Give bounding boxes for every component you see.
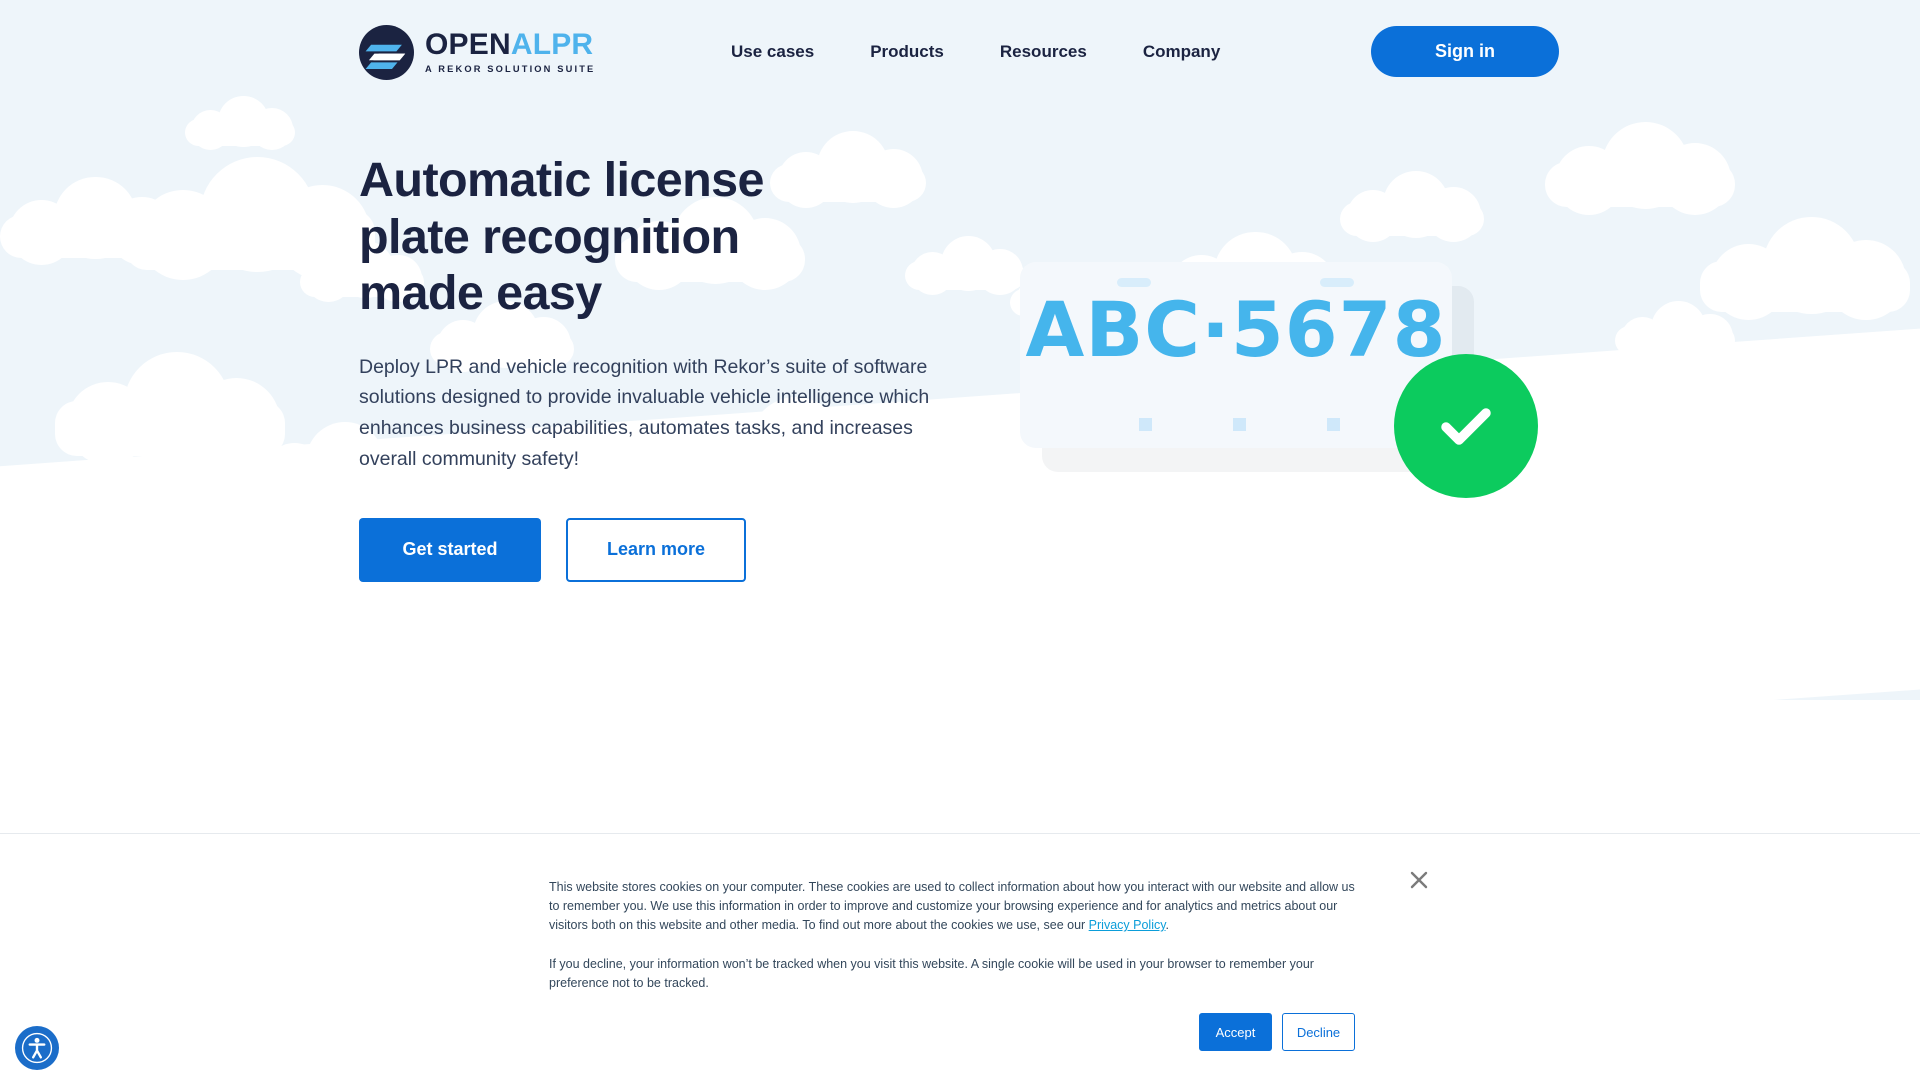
cloud-shape xyxy=(1700,215,1910,320)
logo-wordmark: OPENALPR A REKOR SOLUTION SUITE xyxy=(425,30,595,74)
cookie-text-part-2: . xyxy=(1165,918,1170,932)
decline-cookies-button[interactable]: Decline xyxy=(1282,1013,1355,1051)
cloud-shape xyxy=(1340,170,1484,242)
cookie-consent-banner: This website stores cookies on your comp… xyxy=(0,833,1920,1080)
learn-more-button[interactable]: Learn more xyxy=(566,517,746,582)
check-icon xyxy=(1441,408,1491,445)
privacy-policy-link[interactable]: Privacy Policy xyxy=(1089,918,1166,932)
hero-description: Deploy LPR and vehicle recognition with … xyxy=(359,355,930,470)
openalpr-logo-icon xyxy=(359,25,414,80)
cloud-shape xyxy=(125,155,375,280)
plate-star-icon-2 xyxy=(1233,418,1246,431)
cookie-paragraph-2: If you decline, your information won’t b… xyxy=(549,957,1314,990)
get-started-button[interactable]: Get started xyxy=(359,517,541,582)
nav-item-resources[interactable]: Resources xyxy=(1000,32,1087,72)
plate-star-icon-1 xyxy=(1139,418,1152,431)
hero-title-line-3: made easy xyxy=(359,266,602,320)
nav-item-company[interactable]: Company xyxy=(1143,32,1220,72)
plate-number-text: ABC·5678 xyxy=(1025,285,1447,374)
cookie-banner-text: This website stores cookies on your comp… xyxy=(549,878,1364,993)
accept-cookies-button[interactable]: Accept xyxy=(1199,1013,1272,1051)
close-cookie-banner-button[interactable] xyxy=(1405,866,1433,894)
cloud-shape xyxy=(0,175,180,265)
sign-in-button[interactable]: Sign in xyxy=(1371,26,1559,77)
accessibility-widget-button[interactable] xyxy=(15,1026,59,1070)
nav-item-use-cases[interactable]: Use cases xyxy=(731,32,814,72)
logo-tagline: A REKOR SOLUTION SUITE xyxy=(425,64,596,75)
cookie-paragraph-1: This website stores cookies on your comp… xyxy=(549,878,1364,935)
close-icon xyxy=(1410,871,1428,889)
hero-cta-group: Get started Learn more xyxy=(359,517,999,582)
license-plate: ABC·5678 xyxy=(1020,262,1452,448)
cloud-shape xyxy=(55,350,285,465)
cookie-text-part-1: This website stores cookies on your comp… xyxy=(549,880,1355,932)
logo-text-alpr: ALPR xyxy=(510,28,594,62)
nav-item-products[interactable]: Products xyxy=(870,32,944,72)
site-logo[interactable]: OPENALPR A REKOR SOLUTION SUITE xyxy=(359,25,595,80)
plate-star-icon-3 xyxy=(1327,418,1340,431)
site-header: OPENALPR A REKOR SOLUTION SUITE Use case… xyxy=(0,0,1920,104)
main-navigation: Use cases Products Resources Company xyxy=(731,0,1220,104)
recognition-success-badge xyxy=(1394,354,1538,498)
logo-text-open: OPEN xyxy=(425,28,511,62)
hero-title-line-1: Automatic license xyxy=(359,153,764,207)
hero-title-line-2: plate recognition xyxy=(359,209,740,264)
hero-content: Automatic license plate recognition made… xyxy=(359,152,999,582)
cookie-button-group: Accept Decline xyxy=(1199,1013,1355,1051)
page-title: Automatic license plate recognition made… xyxy=(359,152,999,322)
cloud-shape xyxy=(1545,120,1735,215)
accessibility-icon xyxy=(21,1032,53,1064)
logo-title: OPENALPR xyxy=(425,30,595,60)
